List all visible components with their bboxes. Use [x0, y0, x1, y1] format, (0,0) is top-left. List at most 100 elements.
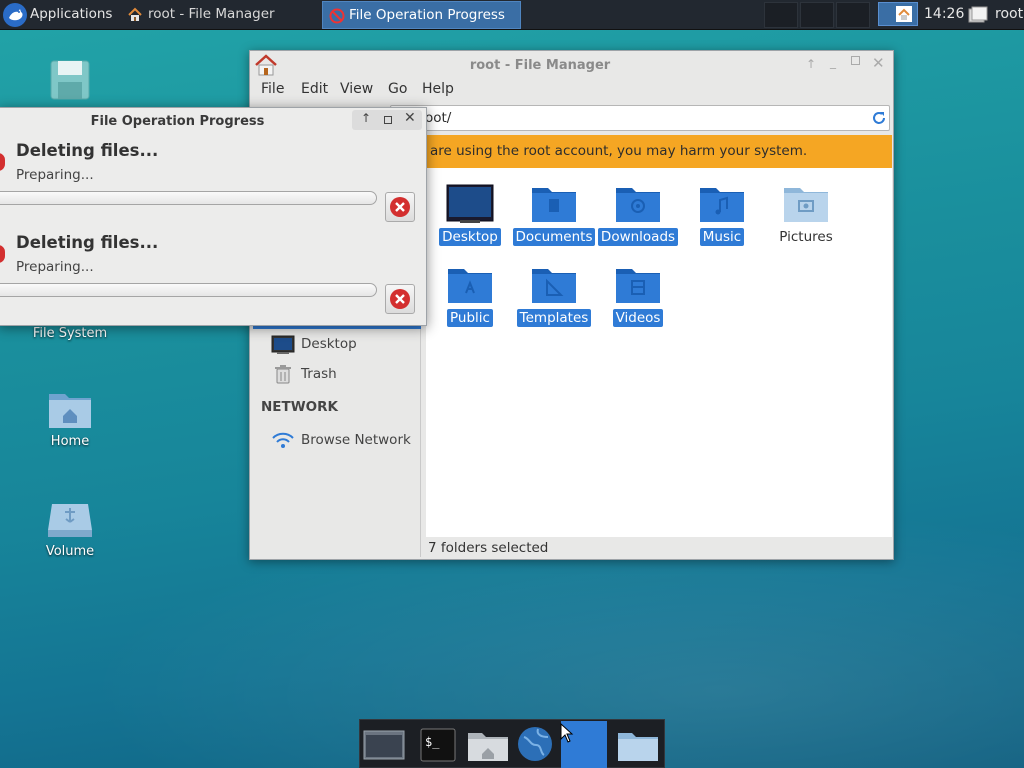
cancel-icon: [390, 197, 410, 217]
folder-downloads[interactable]: Downloads: [596, 184, 680, 246]
home-window-icon: [895, 5, 913, 27]
pictures-folder-icon: [784, 188, 828, 222]
menu-go[interactable]: Go: [388, 81, 407, 97]
folder-pictures[interactable]: Pictures: [764, 184, 848, 246]
root-warning-bar: are using the root account, you may harm…: [426, 135, 892, 168]
task-file-operation-progress[interactable]: File Operation Progress: [322, 1, 521, 29]
mouse-pointer-icon: [560, 722, 574, 747]
location-text: oot/: [425, 110, 452, 126]
workspace-1[interactable]: [764, 2, 798, 28]
folder-label: Templates: [516, 309, 592, 327]
dock-terminal[interactable]: $_: [416, 724, 460, 766]
desktop-icon-label: Volume: [45, 544, 95, 559]
workspace-3[interactable]: [836, 2, 870, 28]
sidebar-item-browse-network[interactable]: Browse Network: [253, 427, 421, 453]
folder-templates[interactable]: Templates: [512, 265, 596, 327]
menu-view[interactable]: View: [340, 81, 373, 97]
file-operation-progress-dialog: File Operation Progress ↑ ✕ Deleting fil…: [0, 107, 427, 326]
status-text: 7 folders selected: [428, 540, 549, 556]
cancel-icon: [390, 289, 410, 309]
dialog-title: File Operation Progress: [90, 114, 265, 129]
window-minimize-button[interactable]: _: [830, 55, 836, 69]
stop-icon: [329, 8, 345, 28]
folder-label: Public: [447, 309, 493, 327]
dialog-shade-button[interactable]: ↑: [361, 111, 371, 125]
desktop-icon-volume[interactable]: Volume: [30, 498, 110, 559]
desktop-folder-icon: [446, 184, 494, 223]
clock[interactable]: 14:26: [924, 6, 964, 22]
folder-public[interactable]: Public: [428, 265, 512, 327]
reload-icon[interactable]: [871, 110, 887, 130]
menu-edit[interactable]: Edit: [301, 81, 328, 97]
cancel-operation-button[interactable]: [385, 192, 415, 222]
wifi-icon: [271, 431, 295, 453]
files-icon: [618, 733, 658, 761]
operation-status: Preparing...: [16, 259, 94, 275]
workspace-2[interactable]: [800, 2, 834, 28]
desktop-monitor-icon: [271, 335, 295, 359]
folder-music[interactable]: Music: [680, 184, 764, 246]
floppy-icon: [50, 60, 90, 100]
dock-home-folder[interactable]: [466, 724, 510, 766]
desktop-icon-label: File System: [32, 326, 108, 341]
folder-desktop[interactable]: Desktop: [428, 184, 512, 246]
menu-file[interactable]: File: [261, 81, 284, 97]
dock-web-browser[interactable]: [514, 724, 558, 766]
operation-error-icon: [0, 245, 5, 263]
window-shade-button[interactable]: ↑: [806, 57, 816, 71]
folder-label: Documents: [512, 228, 596, 246]
user-menu[interactable]: root: [995, 6, 1023, 22]
sidebar-item-label: Desktop: [301, 336, 357, 352]
music-folder-icon: [700, 188, 744, 222]
sidebar-item-trash[interactable]: Trash: [253, 361, 421, 387]
cancel-operation-button[interactable]: [385, 284, 415, 314]
dialog-maximize-button[interactable]: [384, 116, 392, 124]
workspace-4-active[interactable]: [878, 2, 918, 26]
desktop-icon-label: Home: [50, 434, 90, 449]
folder-documents[interactable]: Documents: [512, 184, 596, 246]
dock-files[interactable]: [616, 724, 660, 766]
home-icon: [127, 7, 143, 27]
svg-text:$_: $_: [425, 735, 440, 749]
dialog-title-buttons: ↑ ✕: [352, 110, 422, 130]
window-title: root - File Manager: [469, 58, 611, 73]
operation-status: Preparing...: [16, 167, 94, 183]
folder-label: Videos: [612, 309, 664, 327]
trash-icon: [274, 364, 292, 388]
home-folder-icon: [49, 394, 91, 428]
templates-folder-icon: [532, 269, 576, 303]
home-folder-icon: [468, 733, 508, 761]
status-bar: 7 folders selected: [426, 537, 892, 559]
user-folder-icon: [968, 6, 988, 28]
operation-heading: Deleting files...: [16, 233, 159, 252]
desktop-icon-home[interactable]: Home: [30, 388, 110, 449]
desktop-icon-file-system[interactable]: File System: [30, 326, 110, 341]
root-warning-text: are using the root account, you may harm…: [430, 143, 808, 159]
folder-videos[interactable]: Videos: [596, 265, 680, 327]
desktop-icon-floppy[interactable]: [48, 58, 92, 102]
folder-label: Downloads: [597, 228, 679, 246]
window-close-button[interactable]: ✕: [872, 54, 885, 72]
task-file-manager[interactable]: root - File Manager: [122, 0, 318, 30]
drive-icon: [48, 504, 92, 537]
folder-label: Desktop: [439, 228, 501, 246]
videos-folder-icon: [616, 269, 660, 303]
icon-view: Desktop Documents Downloads Music Pictur…: [426, 168, 892, 537]
web-browser-icon: [518, 727, 552, 761]
documents-folder-icon: [532, 188, 576, 222]
workspace-icon: [363, 730, 405, 760]
location-bar[interactable]: oot/: [390, 105, 890, 131]
xfce-logo-icon: [3, 3, 27, 27]
sidebar-item-desktop[interactable]: Desktop: [253, 331, 421, 357]
downloads-folder-icon: [616, 188, 660, 222]
menu-help[interactable]: Help: [422, 81, 454, 97]
dialog-close-button[interactable]: ✕: [404, 110, 416, 126]
applications-menu[interactable]: Applications: [0, 0, 112, 30]
dock: $_: [359, 719, 665, 768]
window-maximize-button[interactable]: [851, 56, 860, 65]
dock-show-desktop[interactable]: [362, 724, 406, 766]
terminal-icon: $_: [420, 728, 456, 762]
sidebar-item-label: Trash: [301, 366, 337, 382]
sidebar-item-label: Browse Network: [301, 432, 411, 448]
applications-label: Applications: [30, 6, 113, 22]
